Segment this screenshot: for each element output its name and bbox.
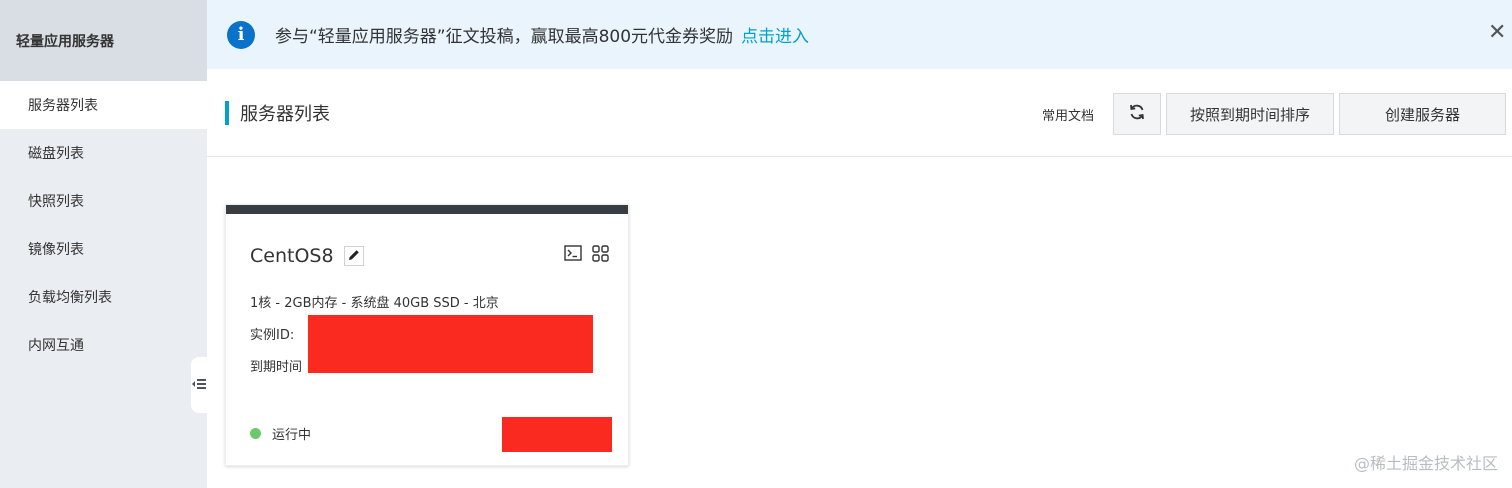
sidebar-item-server-list[interactable]: 服务器列表 [0,81,207,129]
pencil-icon [347,247,361,266]
sidebar-item-label: 磁盘列表 [28,146,84,162]
card-name-row: CentOS8 [250,245,364,267]
docs-link[interactable]: 常用文档 [1042,105,1094,124]
title-accent-bar [225,100,229,125]
info-icon: i [227,20,255,49]
sidebar-title: 轻量应用服务器 [0,0,207,81]
status-text: 运行中 [272,428,312,443]
refresh-button[interactable] [1113,93,1161,135]
watermark: @稀土掘金技术社区 [1353,454,1498,473]
collapse-menu-icon [192,376,206,395]
main-content: i 参与“轻量应用服务器”征文投稿，赢取最高800元代金券奖励 点击进入 ✕ 服… [207,0,1512,488]
sort-by-expiry-button[interactable]: 按照到期时间排序 [1166,93,1334,135]
app: 轻量应用服务器 服务器列表 磁盘列表 快照列表 镜像列表 负载均衡列表 内网互通 [0,0,1512,488]
sidebar-item-label: 服务器列表 [28,98,98,114]
expire-time-label: 到期时间 [250,360,303,375]
page-title: 服务器列表 [240,103,330,125]
sidebar-item-label: 快照列表 [28,194,84,210]
status-dot-icon [250,428,261,439]
grid-icon[interactable] [590,243,610,263]
sidebar-item-snapshot-list[interactable]: 快照列表 [0,177,207,225]
card-actions [556,243,610,263]
terminal-icon[interactable] [563,243,583,263]
instance-id-label: 实例ID: [250,328,295,343]
sidebar-item-label: 负载均衡列表 [28,290,112,306]
sidebar-item-image-list[interactable]: 镜像列表 [0,225,207,273]
edit-name-button[interactable] [343,246,364,266]
redaction-block [308,315,593,373]
card-top-bar [226,205,628,214]
sidebar-item-intranet[interactable]: 内网互通 [0,321,207,369]
server-spec: 1核 - 2GB内存 - 系统盘 40GB SSD - 北京 [250,296,499,311]
sidebar-collapse-button[interactable] [191,357,207,413]
sidebar-item-disk-list[interactable]: 磁盘列表 [0,129,207,177]
sidebar-item-load-balancer-list[interactable]: 负载均衡列表 [0,273,207,321]
close-icon[interactable]: ✕ [1488,20,1512,48]
sidebar-item-label: 镜像列表 [28,242,84,258]
create-server-button[interactable]: 创建服务器 [1339,93,1506,135]
redaction-block [502,417,612,452]
sidebar: 轻量应用服务器 服务器列表 磁盘列表 快照列表 镜像列表 负载均衡列表 内网互通 [0,0,207,488]
refresh-icon [1128,103,1146,125]
banner-text: 参与“轻量应用服务器”征文投稿，赢取最高800元代金券奖励 [275,27,734,47]
server-name: CentOS8 [250,245,334,267]
page-header: 服务器列表 常用文档 按照到期时间排序 创建服务器 [207,69,1512,157]
server-status: 运行中 [250,424,311,443]
header-actions: 常用文档 按照到期时间排序 创建服务器 [1042,93,1506,135]
server-card[interactable]: CentOS8 1核 - 2GB内存 - 系统盘 40GB SSD - 北京 实… [225,204,629,466]
notice-banner: i 参与“轻量应用服务器”征文投稿，赢取最高800元代金券奖励 点击进入 ✕ [207,0,1512,69]
sidebar-item-label: 内网互通 [28,338,84,354]
banner-link[interactable]: 点击进入 [741,22,809,47]
